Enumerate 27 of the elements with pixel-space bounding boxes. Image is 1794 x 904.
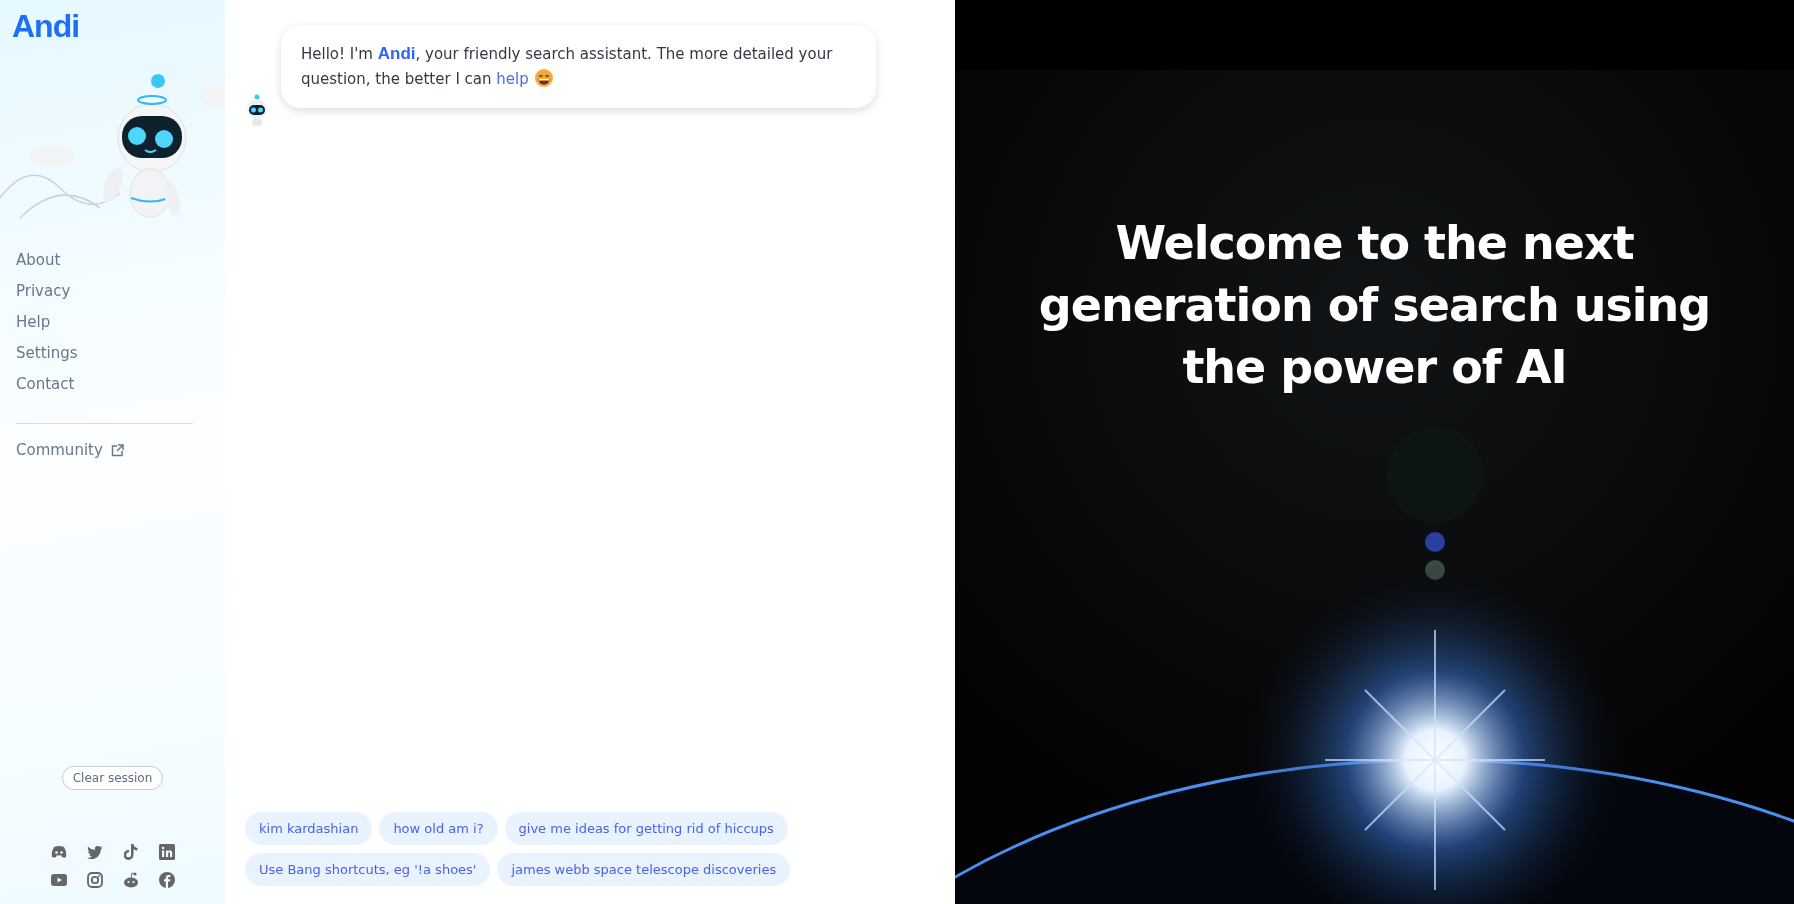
reddit-icon[interactable] (122, 872, 139, 888)
facebook-icon[interactable] (158, 872, 175, 888)
suggestion-chip[interactable]: james webb space telescope discoveries (497, 853, 791, 886)
suggestion-chip[interactable]: Use Bang shortcuts, eg '!a shoes' (245, 853, 491, 886)
help-link[interactable]: help (496, 70, 529, 88)
clear-session-button[interactable]: Clear session (61, 766, 164, 790)
tiktok-icon[interactable] (123, 844, 138, 860)
grinning-face-icon (534, 69, 553, 87)
external-link-icon (110, 443, 124, 457)
robot-avatar-icon (245, 94, 269, 126)
sidebar-link[interactable]: Settings (16, 343, 78, 364)
sidebar-link[interactable]: Privacy (16, 281, 71, 302)
suggestion-chip[interactable]: kim kardashian (245, 812, 373, 845)
linkedin-icon[interactable] (158, 844, 175, 860)
community-link[interactable]: Community (16, 441, 124, 459)
suggestion-chip[interactable]: give me ideas for getting rid of hiccups (504, 812, 788, 845)
andi-logo[interactable]: Andi (12, 10, 80, 42)
sidebar-link[interactable]: About (16, 250, 61, 271)
assistant-message: Hello! I'm Andi, your friendly search assistant. The more detailed your question, the better I can help (281, 25, 876, 108)
sidebar-link[interactable]: Help (16, 312, 51, 333)
discord-icon[interactable] (50, 846, 67, 858)
instagram-icon[interactable] (86, 872, 103, 888)
suggestion-chip[interactable]: how old am i? (379, 812, 498, 845)
sidebar-link[interactable]: Contact (16, 374, 75, 395)
youtube-icon[interactable] (50, 874, 67, 886)
twitter-icon[interactable] (86, 845, 103, 859)
hero-heading: Welcome to the next generation of search using the power of AI (1037, 215, 1712, 396)
